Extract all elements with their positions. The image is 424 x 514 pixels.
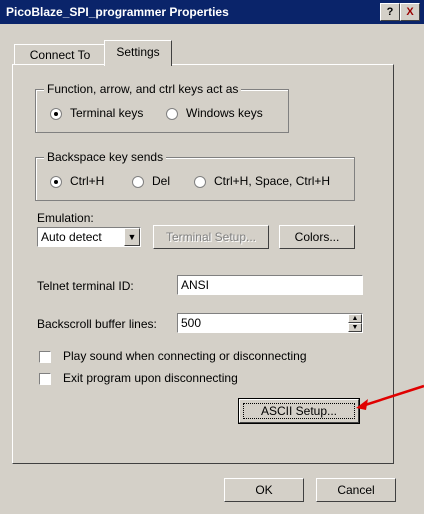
tab-label: Settings [116,45,160,59]
tab-settings[interactable]: Settings [104,40,172,66]
arrow-line [361,384,424,408]
arrow-head [356,399,368,410]
properties-dialog: PicoBlaze_SPI_programmer Properties ? X … [0,0,424,514]
annotation-arrow [356,384,424,410]
